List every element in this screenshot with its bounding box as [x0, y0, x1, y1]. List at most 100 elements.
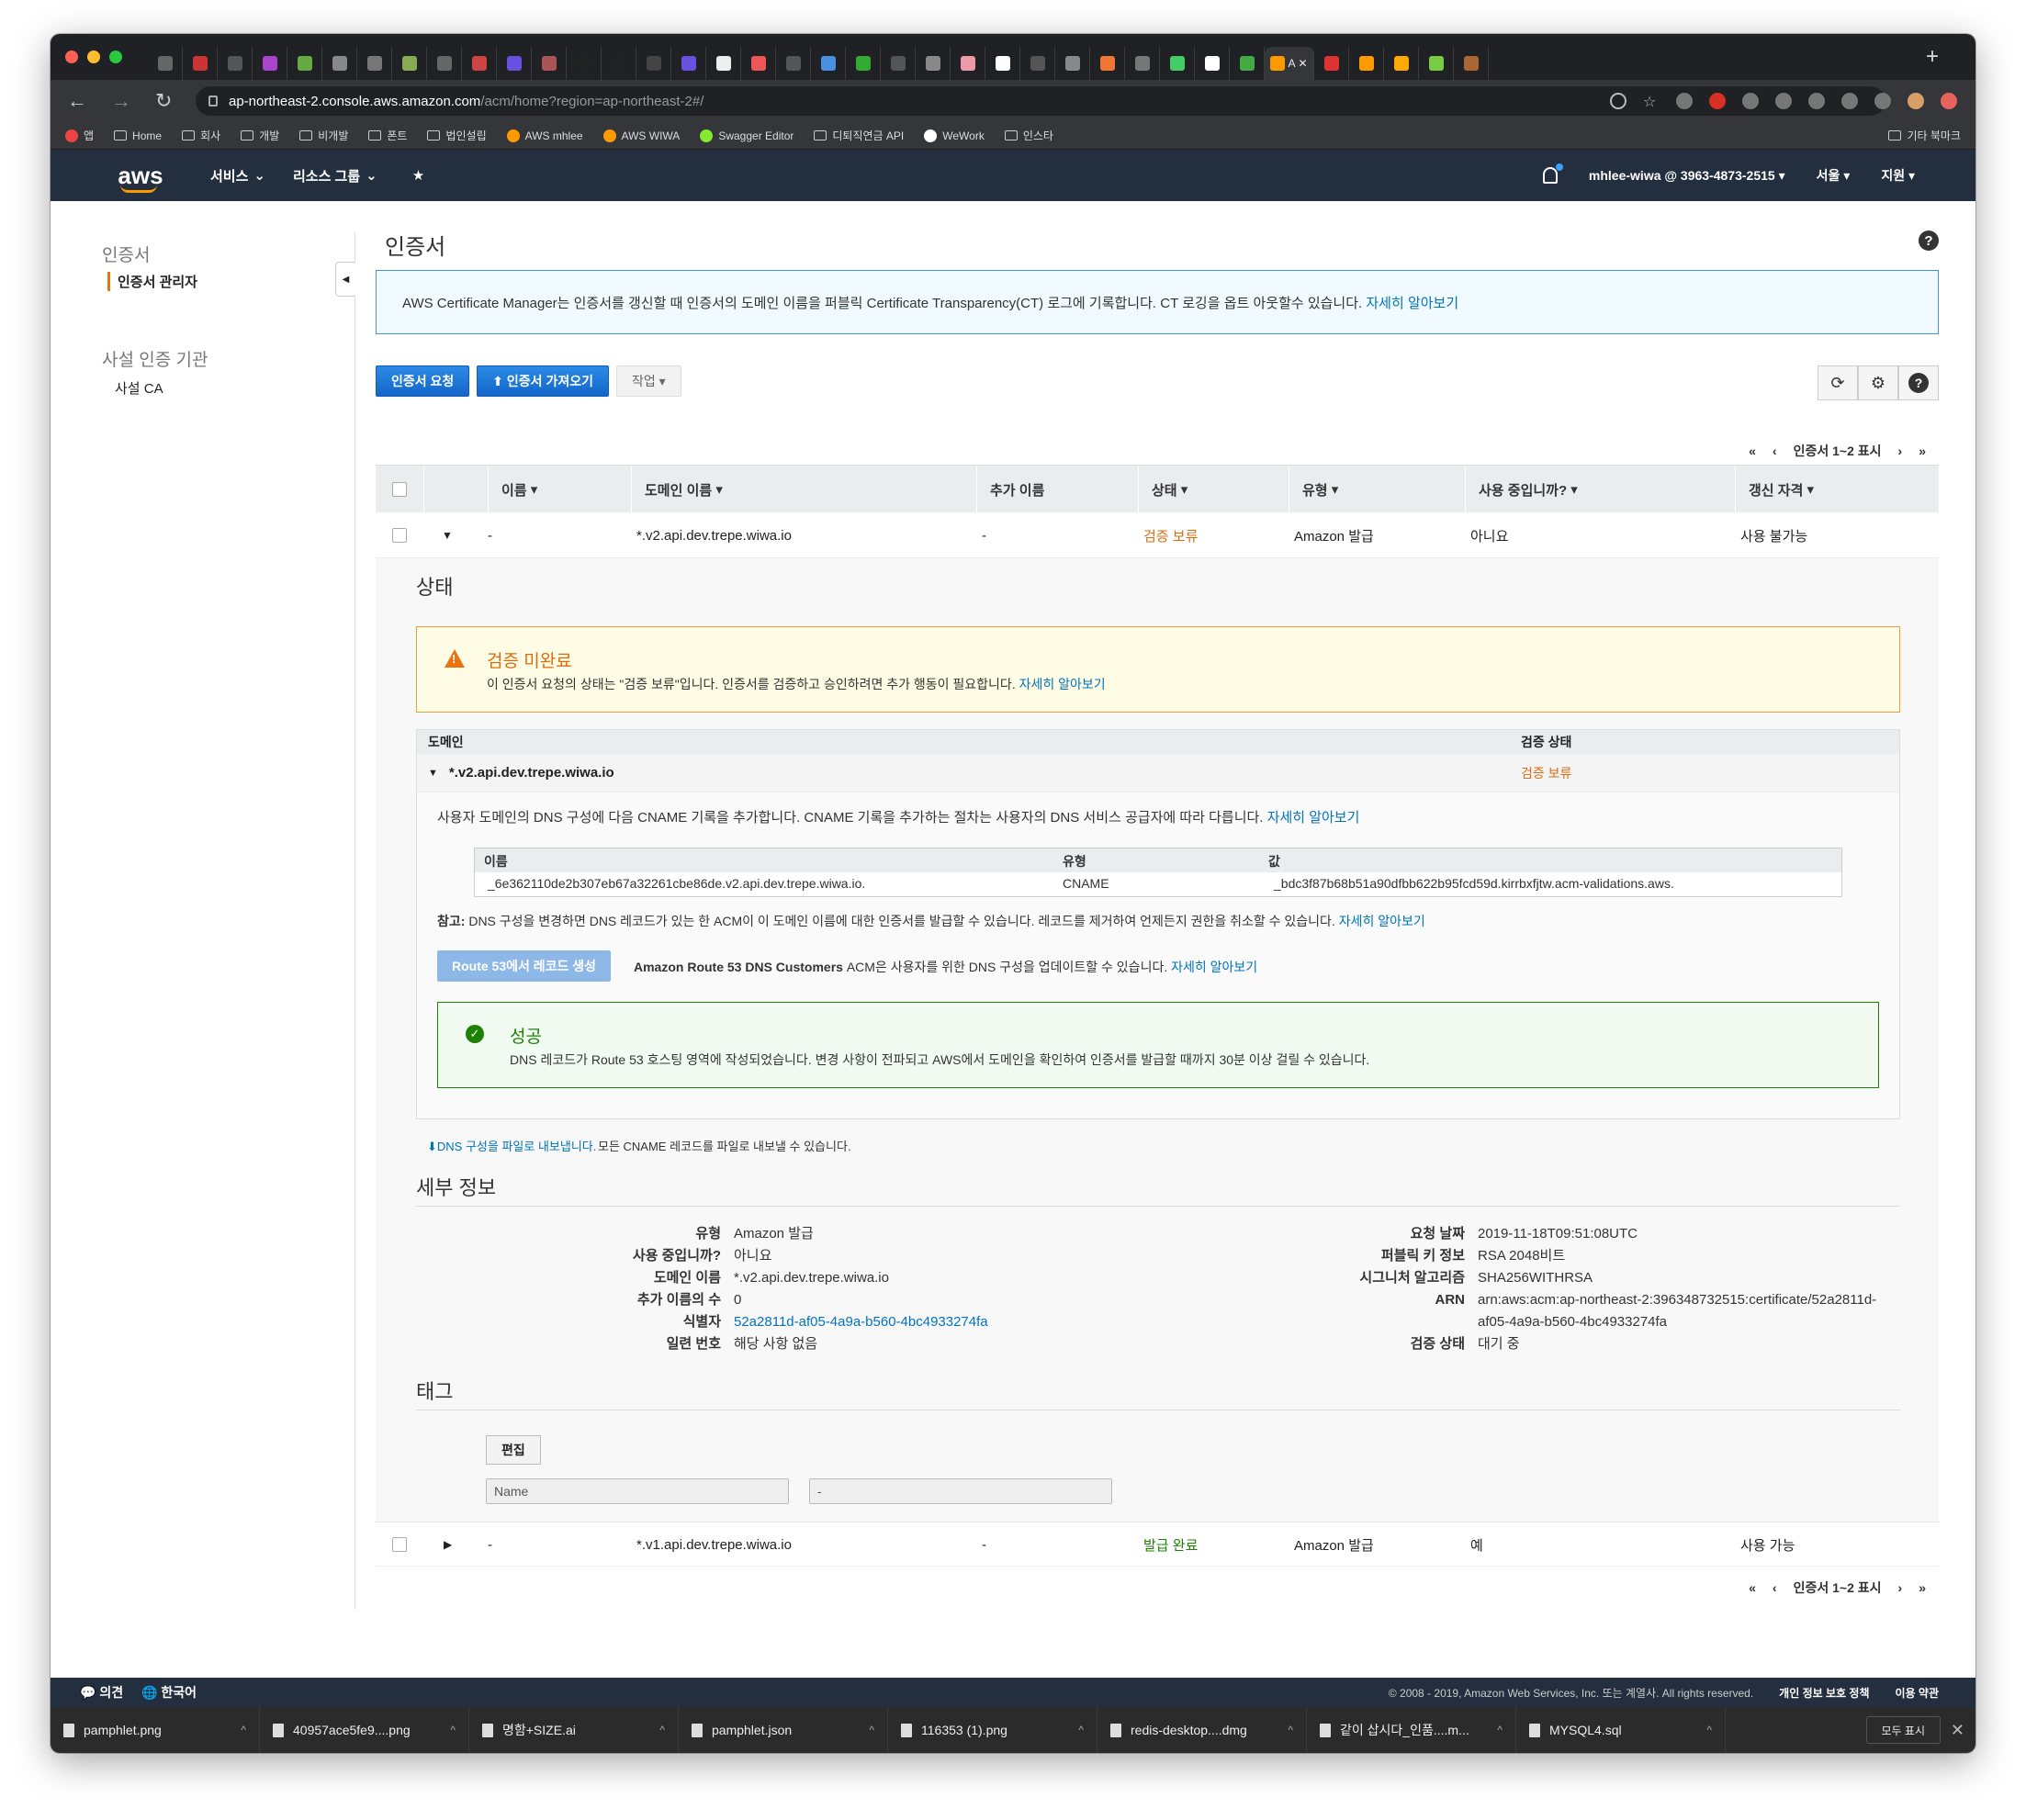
actions-button[interactable]: 작업 ▾	[615, 365, 681, 397]
row-checkbox[interactable]	[392, 512, 407, 558]
header-in-use[interactable]: 사용 중입니까? ▾	[1465, 466, 1578, 513]
download-item[interactable]: pamphlet.json ^	[679, 1707, 888, 1753]
download-item[interactable]: redis-desktop....dmg ^	[1097, 1707, 1307, 1753]
browser-tab[interactable]	[846, 47, 881, 80]
first-page-icon[interactable]: «	[1749, 444, 1756, 458]
browser-tab[interactable]	[671, 47, 706, 80]
create-route53-record-button[interactable]: Route 53에서 레코드 생성	[437, 950, 612, 982]
refresh-icon[interactable]: ⟳	[1818, 365, 1858, 400]
bookmark-item[interactable]: AWS WIWA	[602, 129, 680, 142]
first-page-icon[interactable]: «	[1749, 1580, 1756, 1595]
browser-tab[interactable]	[1384, 47, 1419, 80]
browser-tab[interactable]	[636, 47, 671, 80]
bookmark-item[interactable]: 디퇴직연금 API	[814, 128, 904, 143]
browser-tab[interactable]	[1090, 47, 1125, 80]
region-menu[interactable]: 서울 ▾	[1817, 166, 1851, 185]
browser-tab[interactable]	[427, 47, 462, 80]
browser-tab[interactable]	[741, 47, 776, 80]
extension-icon[interactable]	[1808, 93, 1825, 109]
learn-more-link[interactable]: 자세히 알아보기	[1267, 810, 1360, 826]
learn-more-link[interactable]: 자세히 알아보기	[1339, 914, 1425, 928]
next-page-icon[interactable]: ›	[1898, 1580, 1903, 1595]
chevron-up-icon[interactable]: ^	[450, 1724, 456, 1736]
browser-tab[interactable]	[567, 47, 602, 80]
bookmark-item[interactable]: Swagger Editor	[700, 129, 794, 142]
browser-tab[interactable]	[811, 47, 846, 80]
forward-icon[interactable]: →	[111, 89, 139, 113]
bookmark-item[interactable]: 인스타	[1004, 128, 1053, 143]
extension-icon[interactable]	[1775, 93, 1792, 109]
bookmark-item[interactable]: AWS mhlee	[506, 129, 583, 142]
browser-tab[interactable]	[1160, 47, 1195, 80]
export-dns-link[interactable]: ⬇DNS 구성을 파일로 내보냅니다.	[427, 1137, 596, 1154]
feedback-button[interactable]: 💬 의견	[80, 1683, 123, 1702]
bookmark-item[interactable]: 비개발	[299, 128, 348, 143]
terms-link[interactable]: 이용 약관	[1896, 1685, 1940, 1701]
gmail-icon[interactable]	[1709, 93, 1726, 109]
extension-icon[interactable]	[1841, 93, 1858, 109]
header-name[interactable]: 이름 ▾	[488, 466, 537, 513]
browser-tab[interactable]	[392, 47, 427, 80]
sidebar-item-certificate-manager[interactable]: 인증서 관리자	[107, 272, 354, 291]
detail-value[interactable]: 52a2811d-af05-4a9a-b560-4bc4933274fa	[734, 1311, 988, 1333]
browser-tab[interactable]	[881, 47, 916, 80]
download-item[interactable]: 40957ace5fe9....png ^	[260, 1707, 469, 1753]
bell-icon[interactable]	[1542, 163, 1563, 184]
browser-tab[interactable]	[1314, 47, 1349, 80]
back-icon[interactable]: ←	[67, 89, 95, 113]
maximize-window-button[interactable]	[109, 51, 122, 63]
language-selector[interactable]: 🌐 한국어	[141, 1683, 197, 1702]
download-item[interactable]: pamphlet.png ^	[51, 1707, 260, 1753]
table-row[interactable]: ▼ - *.v2.api.dev.trepe.wiwa.io - 검증 보류 A…	[376, 512, 1939, 558]
browser-tab[interactable]	[462, 47, 497, 80]
last-page-icon[interactable]: »	[1919, 1580, 1926, 1595]
other-bookmarks[interactable]: 기타 북마크	[1888, 128, 1961, 143]
download-item[interactable]: MYSQL4.sql ^	[1516, 1707, 1726, 1753]
domain-row[interactable]: ▼ *.v2.api.dev.trepe.wiwa.io 검증 보류	[417, 754, 1899, 792]
bookmark-item[interactable]: WeWork	[924, 129, 985, 142]
extension-icon[interactable]	[1676, 93, 1693, 109]
browser-tab[interactable]	[1230, 47, 1265, 80]
close-tab-icon[interactable]: ✕	[1298, 57, 1307, 70]
collapse-row-icon[interactable]: ▼	[428, 768, 438, 779]
chevron-up-icon[interactable]: ^	[659, 1724, 665, 1736]
edit-tags-button[interactable]: 편집	[486, 1435, 541, 1465]
chevron-up-icon[interactable]: ^	[1497, 1724, 1503, 1736]
header-renewal[interactable]: 갱신 자격 ▾	[1735, 466, 1814, 513]
close-window-button[interactable]	[65, 51, 78, 63]
browser-tab[interactable]	[985, 47, 1020, 80]
browser-tab[interactable]	[497, 47, 532, 80]
browser-tab[interactable]	[322, 47, 357, 80]
bookmark-item[interactable]: 회사	[182, 128, 220, 143]
last-page-icon[interactable]: »	[1919, 444, 1926, 458]
bookmark-item[interactable]: Home	[114, 129, 162, 142]
extension-icon[interactable]	[1742, 93, 1759, 109]
chevron-up-icon[interactable]: ^	[1706, 1724, 1712, 1736]
zoom-icon[interactable]	[1610, 93, 1626, 109]
browser-tab-active[interactable]: A ✕	[1265, 47, 1314, 80]
header-type[interactable]: 유형 ▾	[1289, 466, 1338, 513]
gear-icon[interactable]: ⚙	[1858, 365, 1898, 400]
close-icon[interactable]: ✕	[1951, 1721, 1964, 1740]
browser-tab[interactable]	[776, 47, 811, 80]
table-row[interactable]: ▶ - *.v1.api.dev.trepe.wiwa.io - 발급 완료 A…	[376, 1522, 1939, 1567]
services-menu[interactable]: 서비스 ⌄	[210, 166, 265, 185]
browser-tab[interactable]	[1125, 47, 1160, 80]
chevron-up-icon[interactable]: ^	[1078, 1724, 1084, 1736]
extension-icon[interactable]	[1874, 93, 1891, 109]
row-checkbox[interactable]	[392, 1522, 407, 1567]
download-item[interactable]: 116353 (1).png ^	[888, 1707, 1097, 1753]
bookmark-item[interactable]: 폰트	[368, 128, 407, 143]
reload-icon[interactable]: ↻	[155, 89, 183, 113]
browser-tab[interactable]	[916, 47, 951, 80]
learn-more-link[interactable]: 자세히 알아보기	[1171, 960, 1257, 974]
help-icon[interactable]: ?	[1898, 365, 1939, 400]
tag-key-field[interactable]: Name	[486, 1478, 789, 1504]
account-menu[interactable]: mhlee-wiwa @ 3963-4873-2515 ▾	[1589, 168, 1785, 184]
header-status[interactable]: 상태 ▾	[1138, 466, 1187, 513]
profile-avatar[interactable]	[1908, 93, 1924, 109]
browser-tab[interactable]	[1349, 47, 1384, 80]
chevron-up-icon[interactable]: ^	[869, 1724, 874, 1736]
prev-page-icon[interactable]: ‹	[1773, 444, 1777, 458]
tag-value-field[interactable]: -	[809, 1478, 1112, 1504]
